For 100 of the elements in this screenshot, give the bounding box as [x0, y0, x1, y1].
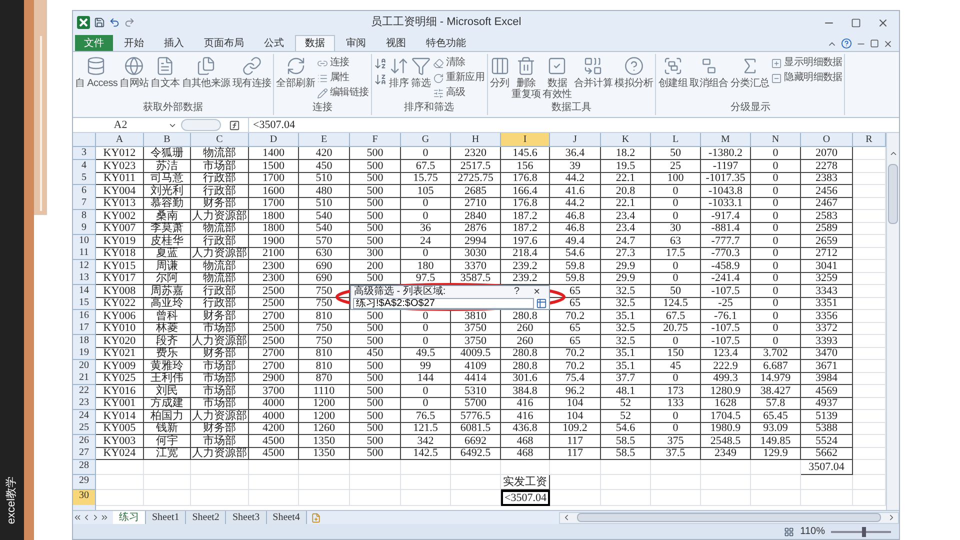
ribbon-button[interactable]: 自文本	[150, 54, 181, 89]
ribbon-button[interactable]: 清除	[432, 57, 485, 69]
sheet-tab[interactable]: Sheet2	[186, 511, 226, 524]
row-header[interactable]: 13	[73, 272, 96, 285]
first-sheet-icon[interactable]	[73, 513, 82, 522]
normal-view-icon[interactable]	[784, 526, 794, 536]
column-header[interactable]: A	[96, 133, 144, 147]
ribbon-button[interactable]: 分类汇总	[729, 54, 770, 89]
row-header[interactable]: 9	[73, 222, 96, 235]
ribbon-tab[interactable]: 公式	[255, 35, 293, 51]
ribbon-tab[interactable]: 页面布局	[195, 35, 253, 51]
row-header[interactable]: 23	[73, 397, 96, 410]
sheet-tab[interactable]: Sheet3	[226, 511, 267, 524]
scroll-up-icon[interactable]	[888, 149, 898, 158]
ribbon-button[interactable]: 编辑链接	[316, 87, 369, 99]
column-header[interactable]: F	[350, 133, 401, 147]
ribbon-button[interactable]: 合并计算	[572, 54, 614, 89]
close-icon[interactable]	[883, 38, 893, 48]
ribbon-tab[interactable]: 特色功能	[417, 35, 475, 51]
row-header[interactable]: 21	[73, 372, 96, 385]
row-header[interactable]: 7	[73, 197, 96, 210]
row-header[interactable]: 6	[73, 184, 96, 198]
scroll-thumb[interactable]	[888, 164, 898, 224]
ribbon-button[interactable]: 连接	[316, 57, 369, 69]
column-header[interactable]: J	[550, 133, 601, 147]
row-header[interactable]: 3	[73, 147, 96, 160]
maximize-icon[interactable]	[851, 18, 861, 28]
sheet-tab[interactable]: Sheet1	[146, 511, 186, 524]
range-picker-icon[interactable]	[536, 298, 547, 308]
formula-field[interactable]: <3507.04	[248, 118, 899, 132]
insert-sheet-icon[interactable]	[310, 512, 321, 522]
ribbon-button[interactable]: 自其他来源	[180, 54, 232, 89]
ribbon-tab[interactable]: 视图	[377, 35, 415, 51]
row-header[interactable]: 5	[73, 172, 96, 185]
ribbon-button[interactable]: 重新应用	[432, 72, 485, 84]
save-icon[interactable]	[94, 17, 105, 28]
ribbon-button[interactable]: 取消组合	[688, 54, 730, 89]
close-icon[interactable]	[877, 16, 889, 28]
column-header[interactable]: K	[601, 133, 651, 147]
row-header[interactable]: 20	[73, 360, 96, 372]
column-header[interactable]: D	[249, 133, 299, 147]
scroll-left-icon[interactable]	[562, 513, 571, 522]
ribbon-tab[interactable]: 开始	[115, 35, 153, 51]
ribbon-button[interactable]: 显示明细数据	[771, 57, 842, 69]
ribbon-button[interactable]: 全部刷新	[275, 54, 316, 89]
row-header[interactable]: 15	[73, 297, 96, 310]
column-header[interactable]: R	[853, 133, 886, 147]
column-header[interactable]: E	[299, 133, 350, 147]
scroll-thumb[interactable]	[577, 513, 881, 522]
row-header[interactable]: 14	[73, 284, 96, 298]
next-sheet-icon[interactable]	[91, 513, 100, 522]
ribbon-button[interactable]: 属性	[316, 72, 369, 84]
ribbon-button[interactable]: 高级	[432, 87, 485, 99]
ribbon-button[interactable]: 隐藏明细数据	[771, 72, 842, 84]
column-header[interactable]: I	[501, 133, 550, 147]
sheet-tab[interactable]: 练习	[113, 511, 146, 524]
scroll-right-icon[interactable]	[887, 513, 896, 522]
help-button[interactable]: ?	[506, 286, 528, 296]
column-header[interactable]: H	[451, 133, 501, 147]
row-header[interactable]: 8	[73, 210, 96, 222]
sort-descending-icon[interactable]	[374, 73, 387, 86]
row-header[interactable]: 27	[73, 447, 96, 460]
ribbon-button[interactable]: 排序	[388, 54, 410, 89]
help-icon[interactable]	[841, 38, 852, 49]
row-header[interactable]: 28	[73, 460, 96, 474]
function-icon[interactable]	[229, 120, 240, 130]
sort-ascending-icon[interactable]	[374, 57, 387, 70]
sheet-tab[interactable]: Sheet4	[266, 511, 307, 524]
ribbon-tab[interactable]: 插入	[155, 35, 193, 51]
ribbon-button[interactable]: 筛选	[410, 54, 432, 89]
undo-icon[interactable]	[109, 17, 120, 28]
column-header[interactable]: N	[751, 133, 801, 147]
ribbon-button[interactable]: 删除 重复项	[510, 54, 542, 100]
zoom-slider-thumb[interactable]	[862, 526, 866, 536]
zoom-level[interactable]: 110%	[800, 526, 825, 537]
column-header[interactable]: M	[701, 133, 751, 147]
row-header[interactable]: 19	[73, 347, 96, 360]
column-header[interactable]: B	[144, 133, 191, 147]
splitter-handle[interactable]	[181, 119, 221, 131]
row-header[interactable]: 24	[73, 410, 96, 422]
row-header[interactable]: 30	[73, 490, 96, 506]
column-header[interactable]: L	[651, 133, 701, 147]
ribbon-button[interactable]: 模拟分析	[614, 54, 654, 89]
row-header[interactable]: 26	[73, 434, 96, 448]
redo-icon[interactable]	[124, 17, 135, 28]
ribbon-tab[interactable]: 审阅	[337, 35, 375, 51]
row-header[interactable]: 12	[73, 260, 96, 272]
last-sheet-icon[interactable]	[100, 513, 109, 522]
row-header[interactable]: 17	[73, 322, 96, 335]
restore-icon[interactable]	[870, 39, 879, 48]
ribbon-button[interactable]: 数据 有效性	[542, 54, 573, 100]
row-header[interactable]: 16	[73, 310, 96, 322]
ribbon-button[interactable]: 创建组	[657, 54, 689, 89]
horizontal-scrollbar[interactable]	[559, 512, 899, 524]
close-button[interactable]: ×	[528, 286, 546, 296]
name-box[interactable]: A2	[73, 118, 168, 132]
column-header[interactable]: C	[191, 133, 249, 147]
row-header[interactable]: 18	[73, 334, 96, 348]
row-header[interactable]: 11	[73, 247, 96, 260]
ribbon-button[interactable]: 自 Access	[74, 54, 119, 89]
